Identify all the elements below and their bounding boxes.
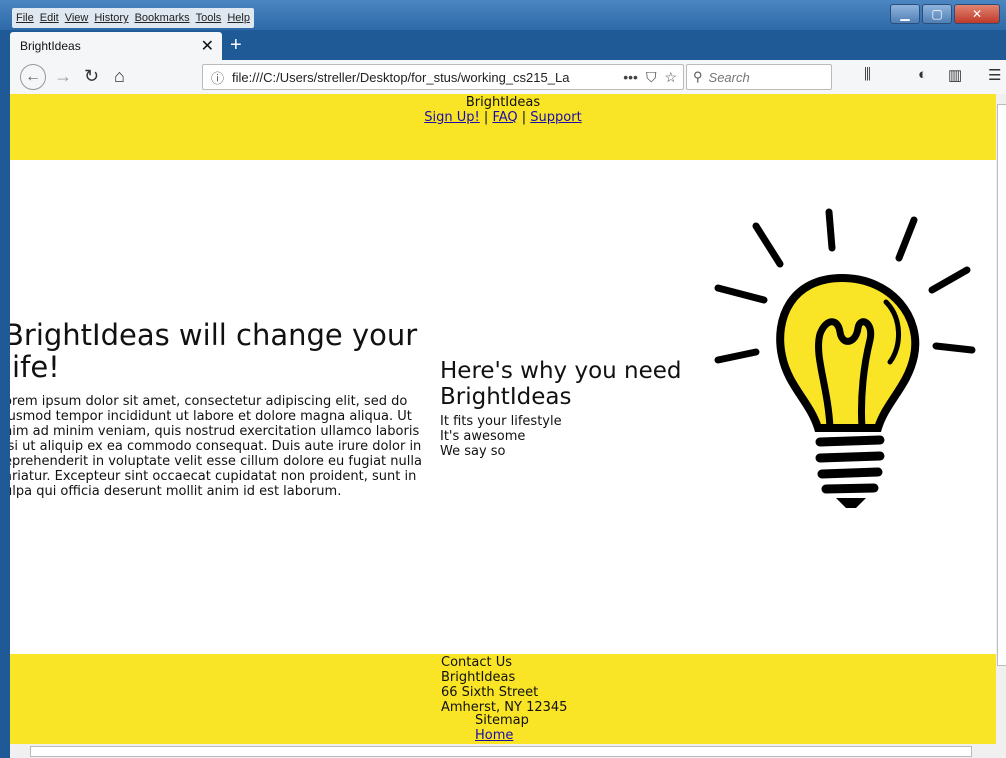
tab-title: BrightIdeas bbox=[20, 39, 81, 53]
menu-bookmarks[interactable]: Bookmarks bbox=[135, 12, 190, 24]
library-icon[interactable]: ⫼ bbox=[864, 66, 871, 83]
hero-paragraph: orem ipsum dolor sit amet, consectetur a… bbox=[10, 394, 422, 499]
window-frame bbox=[0, 60, 10, 758]
why-item: We say so bbox=[440, 444, 506, 459]
menu-bar: File Edit View History Bookmarks Tools H… bbox=[12, 8, 254, 28]
contact-heading: Contact Us bbox=[441, 655, 512, 670]
site-footer: Contact Us BrightIdeas 66 Sixth Street A… bbox=[10, 654, 996, 744]
menu-icon[interactable]: ☰ bbox=[988, 66, 1001, 84]
why-heading: Here's why you need BrightIdeas bbox=[440, 358, 682, 410]
nav-separator: | bbox=[521, 110, 527, 125]
pocket-icon[interactable]: ⛉ bbox=[646, 69, 657, 86]
contact-name: BrightIdeas bbox=[441, 670, 516, 685]
horizontal-scrollbar[interactable] bbox=[10, 744, 1006, 758]
maximize-button[interactable]: ▢ bbox=[922, 4, 952, 24]
menu-tools[interactable]: Tools bbox=[196, 12, 222, 24]
menu-history[interactable]: History bbox=[94, 12, 128, 24]
horizontal-scroll-thumb[interactable] bbox=[30, 746, 972, 757]
close-tab-icon[interactable]: ✕ bbox=[201, 36, 214, 56]
page-actions-icon[interactable]: ••• bbox=[623, 69, 638, 86]
vertical-scrollbar[interactable] bbox=[996, 94, 1006, 744]
menu-help[interactable]: Help bbox=[227, 12, 250, 24]
vertical-scroll-thumb[interactable] bbox=[997, 104, 1006, 666]
menu-file[interactable]: File bbox=[16, 12, 34, 24]
menu-view[interactable]: View bbox=[65, 12, 89, 24]
tab-brightideas[interactable]: BrightIdeas ✕ bbox=[10, 32, 222, 60]
back-icon[interactable]: ← bbox=[20, 64, 46, 90]
url-text: file:///C:/Users/streller/Desktop/for_st… bbox=[232, 69, 570, 85]
navigation-toolbar: ← → ↻ ⌂ ⓘ file:///C:/Users/streller/Desk… bbox=[10, 60, 1006, 95]
window-titlebar: File Edit View History Bookmarks Tools H… bbox=[0, 0, 1006, 30]
signup-link[interactable]: Sign Up! bbox=[424, 110, 479, 125]
support-link[interactable]: Support bbox=[530, 110, 581, 125]
why-list: It fits your lifestyle It's awesome We s… bbox=[440, 414, 562, 459]
faq-link[interactable]: FAQ bbox=[492, 110, 517, 125]
search-icon: ⚲ bbox=[693, 69, 703, 84]
close-window-button[interactable]: ✕ bbox=[954, 4, 1000, 24]
search-placeholder: Search bbox=[708, 69, 750, 85]
site-header: BrightIdeas Sign Up! | FAQ | Support bbox=[10, 94, 996, 160]
page-content: BrightIdeas Sign Up! | FAQ | Support Bri… bbox=[10, 94, 996, 744]
bookmark-star-icon[interactable]: ☆ bbox=[664, 69, 677, 86]
contact-street: 66 Sixth Street bbox=[441, 685, 539, 700]
sitemap-block: Sitemap Home bbox=[475, 713, 529, 743]
tab-bar: BrightIdeas ✕ + bbox=[0, 30, 1006, 60]
hero-heading: BrightIdeas will change your life! bbox=[10, 318, 418, 384]
info-icon[interactable]: ⓘ bbox=[211, 68, 224, 87]
extension-icon[interactable]: ◐ bbox=[918, 66, 927, 83]
site-brand: BrightIdeas bbox=[465, 95, 541, 110]
forward-icon[interactable]: → bbox=[54, 66, 72, 87]
window-controls: ▁ ▢ ✕ bbox=[890, 4, 1000, 24]
minimize-button[interactable]: ▁ bbox=[890, 4, 920, 24]
reload-icon[interactable]: ↻ bbox=[84, 66, 99, 87]
new-tab-button[interactable]: + bbox=[230, 34, 242, 57]
header-nav: Sign Up! | FAQ | Support bbox=[10, 110, 996, 125]
why-item: It's awesome bbox=[440, 429, 526, 444]
nav-separator: | bbox=[483, 110, 489, 125]
lightbulb-image bbox=[714, 208, 976, 508]
search-input[interactable]: ⚲ Search bbox=[686, 64, 832, 90]
address-bar[interactable]: ⓘ file:///C:/Users/streller/Desktop/for_… bbox=[202, 64, 684, 90]
sitemap-heading: Sitemap bbox=[475, 713, 529, 728]
home-icon[interactable]: ⌂ bbox=[114, 66, 125, 87]
menu-edit[interactable]: Edit bbox=[40, 12, 59, 24]
home-link[interactable]: Home bbox=[475, 728, 513, 743]
why-item: It fits your lifestyle bbox=[440, 414, 562, 429]
contact-block: Contact Us BrightIdeas 66 Sixth Street A… bbox=[441, 655, 567, 715]
sidebar-icon[interactable]: ▥ bbox=[948, 66, 962, 84]
